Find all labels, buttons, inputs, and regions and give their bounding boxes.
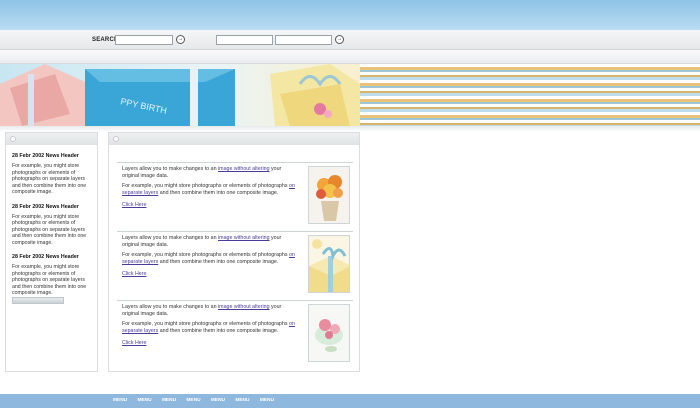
gift-boxes-illustration: PPY BIRTH xyxy=(0,64,360,126)
login-input-2[interactable] xyxy=(275,35,332,45)
sidebar-dot-icon xyxy=(10,136,16,142)
item-text: Layers allow you to make changes to an i… xyxy=(122,235,298,278)
footer-menu-item[interactable]: MENU xyxy=(137,398,151,403)
footer-menu-item[interactable]: MENU xyxy=(162,398,176,403)
news-sidebar: 28 Febr 2002 News Header For example, yo… xyxy=(5,132,98,372)
content-item: Layers allow you to make changes to an i… xyxy=(117,231,353,297)
sidebar-header xyxy=(6,133,97,145)
news-item: 28 Febr 2002 News Header For example, yo… xyxy=(6,254,97,297)
login-go-icon[interactable]: → xyxy=(335,35,344,44)
news-header: 28 Febr 2002 News Header xyxy=(12,153,79,159)
content-panel: Layers allow you to make changes to an i… xyxy=(108,132,360,372)
footer-bar xyxy=(0,394,700,408)
click-here-link[interactable]: Click Here xyxy=(122,340,298,347)
item-text: Layers allow you to make changes to an i… xyxy=(122,166,298,209)
roses-image xyxy=(308,304,350,362)
image-link[interactable]: image without altering xyxy=(218,166,270,172)
image-link[interactable]: image without altering xyxy=(218,235,270,241)
search-go-icon[interactable]: → xyxy=(176,35,185,44)
sub-nav-bar xyxy=(0,50,700,64)
click-here-link[interactable]: Click Here xyxy=(122,202,298,209)
footer-menu-item[interactable]: MENU xyxy=(235,398,249,403)
news-body: For example, you might store photographs… xyxy=(12,213,87,246)
login-input-1[interactable] xyxy=(216,35,273,45)
content-item: Layers allow you to make changes to an i… xyxy=(117,162,353,228)
footer-menu: MENU MENU MENU MENU MENU MENU MENU xyxy=(113,398,283,403)
news-body: For example, you might store photographs… xyxy=(12,163,87,195)
news-body: For example, you might store photographs… xyxy=(12,264,87,296)
footer-menu-item[interactable]: MENU xyxy=(113,398,127,403)
item-text: Layers allow you to make changes to an i… xyxy=(122,304,298,347)
news-header: 28 Febr 2002 News Header xyxy=(12,203,79,210)
click-here-link[interactable]: Click Here xyxy=(122,271,298,278)
flower-pot-image xyxy=(308,166,350,224)
content-header xyxy=(109,133,359,145)
news-item: 28 Febr 2002 News Header For example, yo… xyxy=(6,204,97,247)
footer-menu-item[interactable]: MENU xyxy=(260,398,274,403)
search-input[interactable] xyxy=(115,35,173,45)
content-dot-icon xyxy=(113,136,119,142)
sidebar-button[interactable] xyxy=(12,297,64,304)
news-header: 28 Febr 2002 News Header xyxy=(12,254,79,260)
gift-box-image xyxy=(308,235,350,293)
sky-band xyxy=(0,0,700,30)
banner-stripes xyxy=(360,64,700,126)
image-link[interactable]: image without altering xyxy=(218,304,270,310)
footer-menu-item[interactable]: MENU xyxy=(211,398,225,403)
news-item: 28 Febr 2002 News Header For example, yo… xyxy=(6,153,97,196)
content-item: Layers allow you to make changes to an i… xyxy=(117,300,353,366)
footer-menu-item[interactable]: MENU xyxy=(186,398,200,403)
